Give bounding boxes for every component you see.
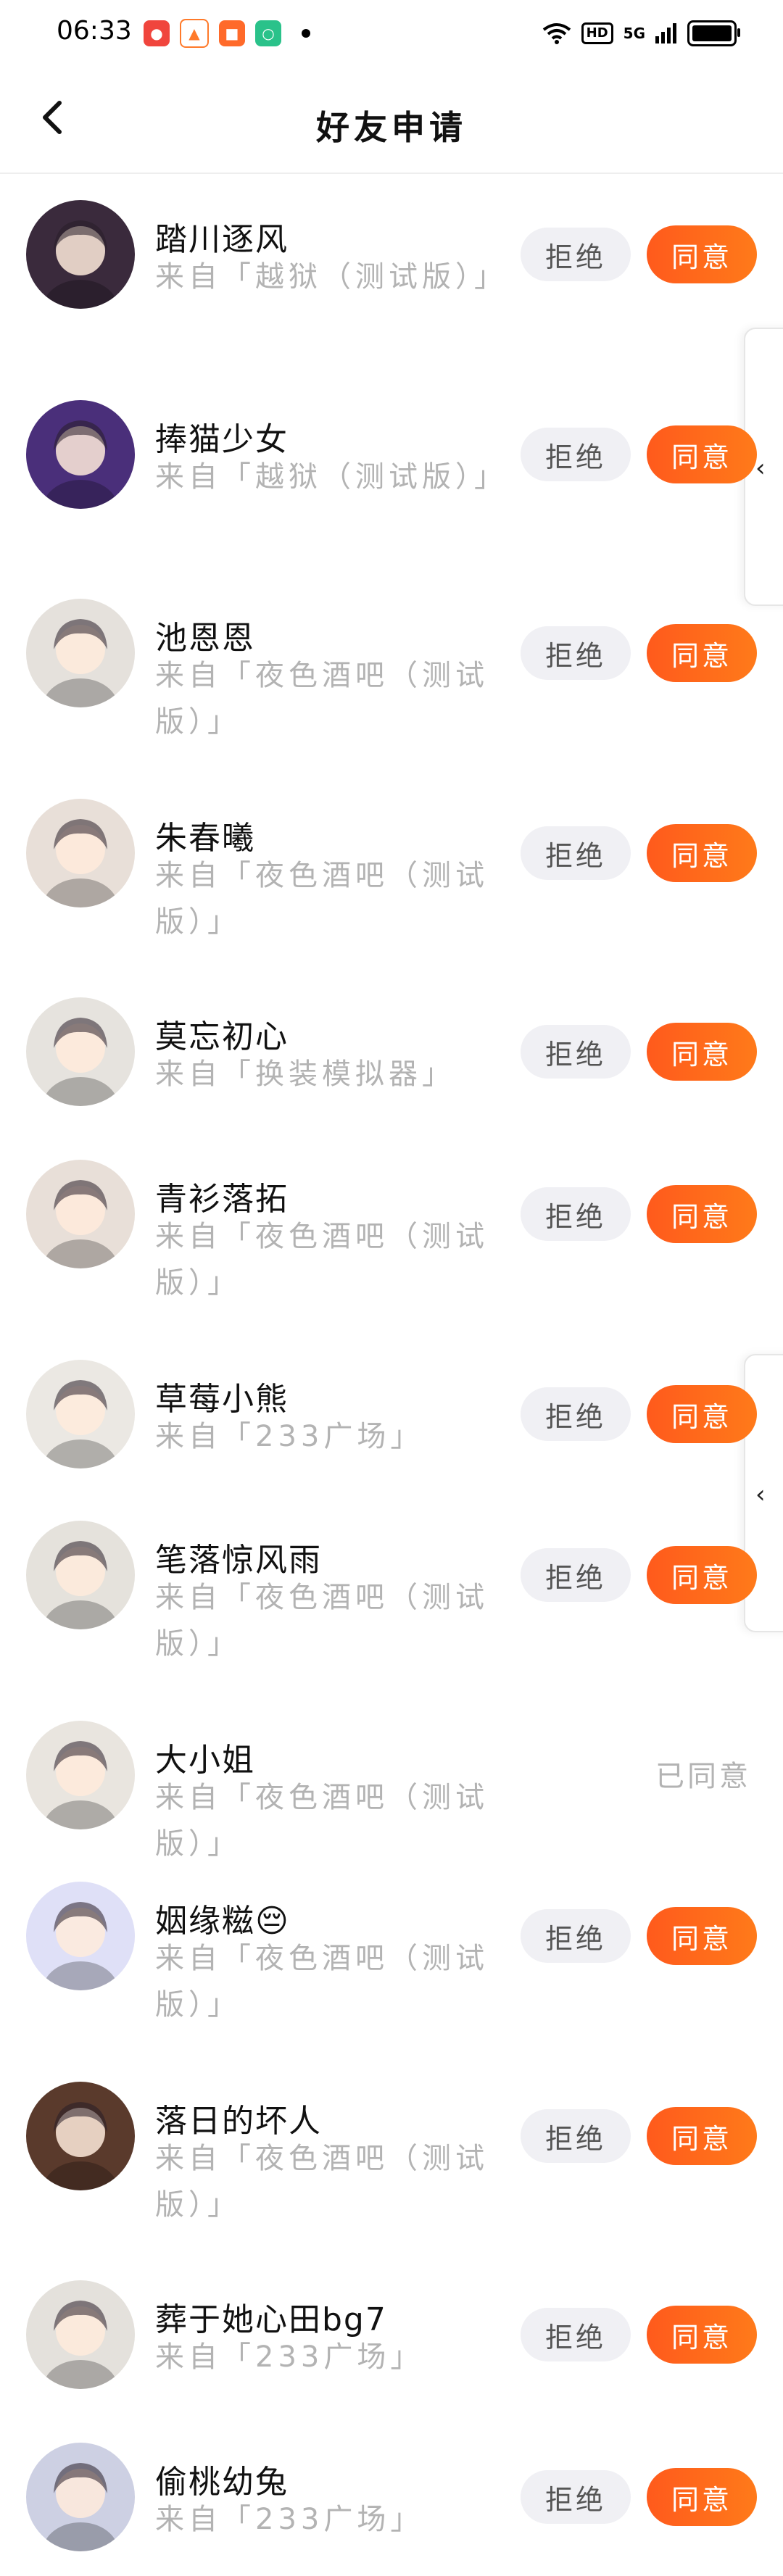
friend-request-item: 笔落惊风雨 来自「夜色酒吧（测试版）」 拒绝 同意 [0,1495,783,1695]
circle-notification-icon: ○ [255,20,281,46]
request-source: 来自「夜色酒吧（测试版）」 [155,859,489,939]
agreed-status: 已同意 [655,1760,751,1793]
avatar[interactable] [26,2082,135,2190]
reject-button[interactable]: 拒绝 [521,826,631,880]
request-source: 来自「夜色酒吧（测试版）」 [155,1220,489,1300]
requester-name: 偷桃幼兔 [155,2464,289,2501]
requester-name: 姻缘糍😔 [155,1903,290,1940]
friend-request-item: 踏川逐风 来自「越狱（测试版）」 拒绝 同意 [0,174,783,374]
agree-button[interactable]: 同意 [647,425,757,483]
agree-button[interactable]: 同意 [647,1023,757,1081]
avatar[interactable] [26,1360,135,1468]
request-source: 来自「越狱（测试版）」 [155,260,508,294]
agree-button[interactable]: 同意 [647,824,757,882]
request-source: 来自「夜色酒吧（测试版）」 [155,2142,489,2222]
requester-name: 池恩恩 [155,620,255,657]
request-source: 来自「夜色酒吧（测试版）」 [155,659,489,739]
agree-button[interactable]: 同意 [647,225,757,283]
reject-button[interactable]: 拒绝 [521,1025,631,1079]
request-source: 来自「233广场」 [155,2340,424,2374]
status-indicators: HD 5G [542,20,740,46]
request-source: 来自「换装模拟器」 [155,1058,455,1091]
avatar[interactable] [26,599,135,707]
hd-icon: HD [581,22,613,44]
avatar[interactable] [26,1160,135,1268]
requester-name: 大小姐 [155,1742,255,1779]
request-source: 来自「233广场」 [155,2503,424,2536]
reject-button[interactable]: 拒绝 [521,2109,631,2163]
reject-button[interactable]: 拒绝 [521,2308,631,2361]
requester-name: 朱春曦 [155,820,255,857]
book-notification-icon: ■ [219,20,245,46]
avatar[interactable] [26,2443,135,2551]
notification-icons: ● ▲ ■ ○ [144,19,310,48]
reject-button[interactable]: 拒绝 [521,2470,631,2524]
avatar[interactable] [26,1521,135,1629]
requester-name: 葬于她心田bg7 [155,2301,387,2338]
friend-request-item: 朱春曦 来自「夜色酒吧（测试版）」 拒绝 同意 [0,773,783,971]
more-notifications-icon [302,29,310,38]
request-source: 来自「夜色酒吧（测试版）」 [155,1942,489,2022]
agree-button[interactable]: 同意 [647,2306,757,2364]
agree-button[interactable]: 同意 [647,2107,757,2165]
status-time: 06:33 [57,16,132,46]
agree-button[interactable]: 同意 [647,1907,757,1965]
avatar[interactable] [26,400,135,509]
avatar[interactable] [26,1721,135,1829]
friend-request-item: 葬于她心田bg7 来自「233广场」 拒绝 同意 [0,2254,783,2417]
avatar[interactable] [26,799,135,907]
avatar[interactable] [26,200,135,309]
reject-button[interactable]: 拒绝 [521,1548,631,1602]
request-source: 来自「233广场」 [155,1420,424,1453]
request-source: 来自「夜色酒吧（测试版）」 [155,1781,489,1861]
friend-request-item: 青衫落拓 来自「夜色酒吧（测试版）」 拒绝 同意 [0,1134,783,1334]
requester-name: 落日的坏人 [155,2103,322,2140]
reject-button[interactable]: 拒绝 [521,428,631,481]
reject-button[interactable]: 拒绝 [521,228,631,281]
requester-name: 草莓小熊 [155,1381,289,1418]
agree-button[interactable]: 同意 [647,1385,757,1443]
reject-button[interactable]: 拒绝 [521,1909,631,1963]
requester-name: 青衫落拓 [155,1181,289,1218]
request-source: 来自「越狱（测试版）」 [155,460,508,494]
agree-button[interactable]: 同意 [647,1185,757,1243]
reject-button[interactable]: 拒绝 [521,1387,631,1441]
status-bar: 06:33 ● ▲ ■ ○ HD 5G [0,0,783,70]
agree-button[interactable]: 同意 [647,624,757,682]
page-title: 好友申请 [316,108,467,147]
requester-name: 捧猫少女 [155,421,289,458]
requester-name: 莫忘初心 [155,1018,289,1055]
game-notification-icon: ▲ [180,19,209,48]
reject-button[interactable]: 拒绝 [521,1187,631,1241]
avatar[interactable] [26,997,135,1106]
friend-request-item: 落日的坏人 来自「夜色酒吧（测试版）」 拒绝 同意 [0,2056,783,2254]
network-label: 5G [623,25,645,42]
friend-request-item: 莫忘初心 来自「换装模拟器」 拒绝 同意 [0,971,783,1134]
friend-request-item: 草莓小熊 来自「233广场」 拒绝 同意 [0,1334,783,1495]
signal-icon [655,23,676,43]
reject-button[interactable]: 拒绝 [521,626,631,680]
friend-request-item: 池恩恩 来自「夜色酒吧（测试版）」 拒绝 同意 [0,573,783,773]
friend-request-item: 捧猫少女 来自「越狱（测试版）」 拒绝 同意 [0,374,783,573]
avatar[interactable] [26,2280,135,2389]
request-source: 来自「夜色酒吧（测试版）」 [155,1581,489,1661]
nav-bar: 好友申请 [0,70,783,174]
app-notification-icon: ● [144,20,170,46]
requester-name: 笔落惊风雨 [155,1542,322,1579]
friend-request-item: 姻缘糍😔 来自「夜色酒吧（测试版）」 拒绝 同意 [0,1856,783,2056]
avatar[interactable] [26,1882,135,1990]
agree-button[interactable]: 同意 [647,2468,757,2526]
agree-button[interactable]: 同意 [647,1546,757,1604]
friend-request-item: 偷桃幼兔 来自「233广场」 拒绝 同意 [0,2417,783,2576]
requester-name: 踏川逐风 [155,221,289,258]
wifi-icon [542,23,571,44]
battery-icon [687,20,740,46]
friend-request-item: 大小姐 来自「夜色酒吧（测试版）」 已同意 [0,1695,783,1861]
